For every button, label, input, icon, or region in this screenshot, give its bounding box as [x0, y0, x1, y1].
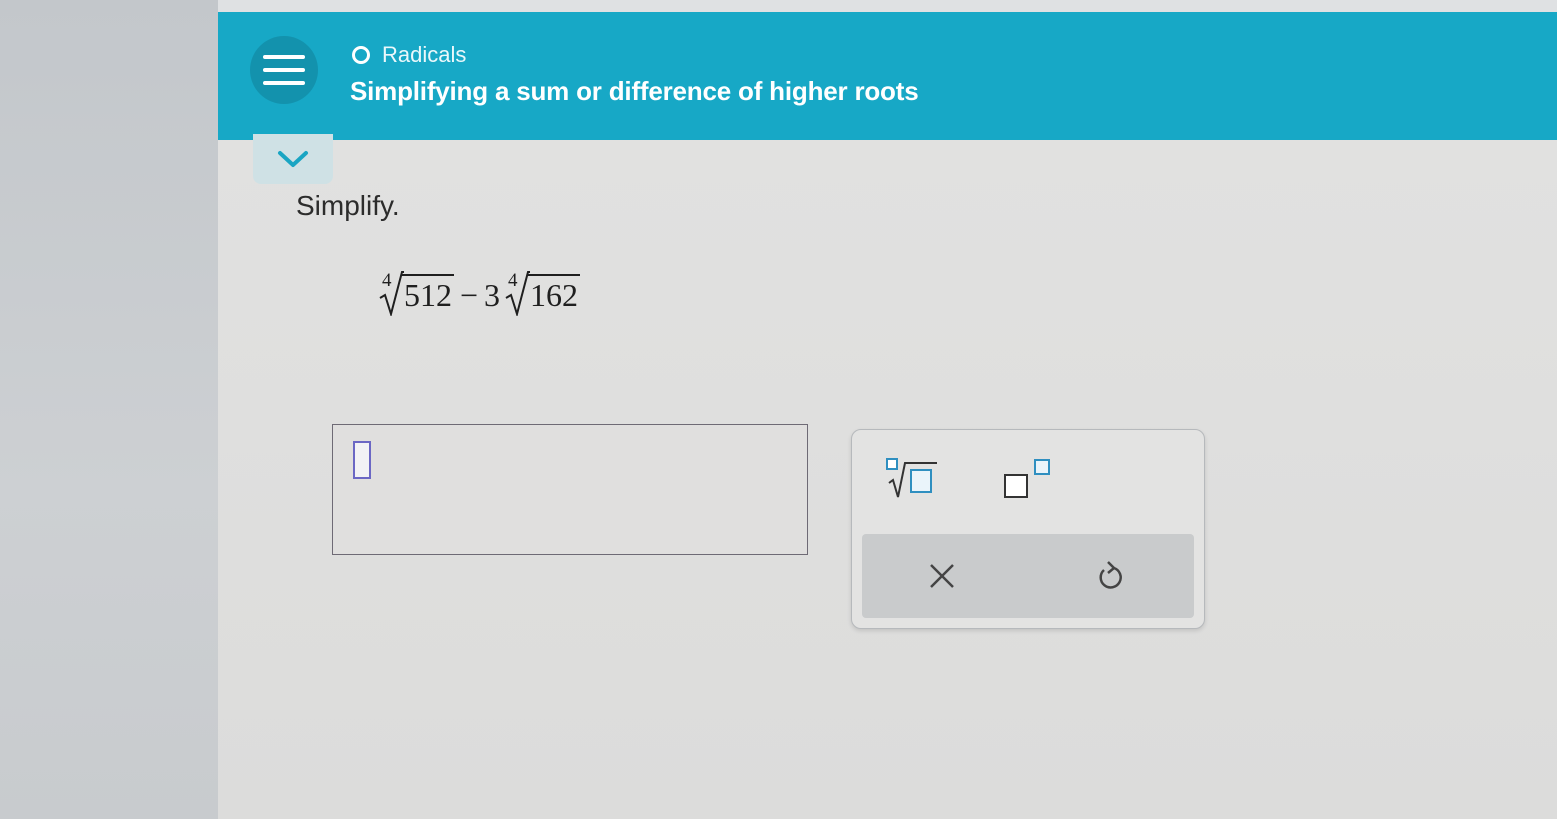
- top-strip: [218, 0, 1557, 12]
- radicand: 512: [402, 274, 454, 312]
- nth-root-button[interactable]: [882, 456, 940, 502]
- nth-root-template-icon: [886, 458, 937, 498]
- radical-term-1: 4 512: [378, 268, 454, 316]
- exponent-button[interactable]: [1000, 456, 1058, 502]
- close-icon: [930, 564, 954, 588]
- radical-index: 4: [508, 270, 518, 291]
- problem-expression: 4 512 − 3 4 162: [378, 256, 581, 316]
- radical-term-2: 4 162: [504, 268, 581, 316]
- math-palette: [851, 429, 1205, 629]
- lesson-title: Simplifying a sum or difference of highe…: [350, 76, 919, 106]
- left-gutter: [0, 0, 218, 819]
- palette-action-bar: [862, 534, 1194, 618]
- hamburger-icon: [263, 55, 305, 85]
- collapse-header-button[interactable]: [253, 134, 333, 184]
- topic-row: Radicals: [352, 40, 466, 70]
- lesson-header: Radicals Simplifying a sum or difference…: [218, 12, 1557, 140]
- coefficient: 3: [484, 277, 501, 313]
- problem-instruction: Simplify.: [296, 190, 400, 221]
- radicand: 162: [528, 274, 581, 312]
- minus-operator: −: [460, 277, 479, 313]
- undo-button[interactable]: [1080, 546, 1140, 606]
- answer-input[interactable]: [332, 424, 808, 555]
- clear-button[interactable]: [912, 546, 972, 606]
- superscript-template-icon: [1004, 459, 1050, 498]
- topic-name: Radicals: [382, 42, 467, 67]
- menu-button[interactable]: [250, 36, 318, 104]
- undo-icon: [1099, 561, 1122, 589]
- radical-index: 4: [382, 270, 392, 291]
- chevron-down-icon: [278, 151, 308, 167]
- input-cursor-placeholder: [353, 441, 371, 479]
- problem-page: Radicals Simplifying a sum or difference…: [218, 12, 1557, 819]
- circle-outline-icon: [352, 46, 370, 64]
